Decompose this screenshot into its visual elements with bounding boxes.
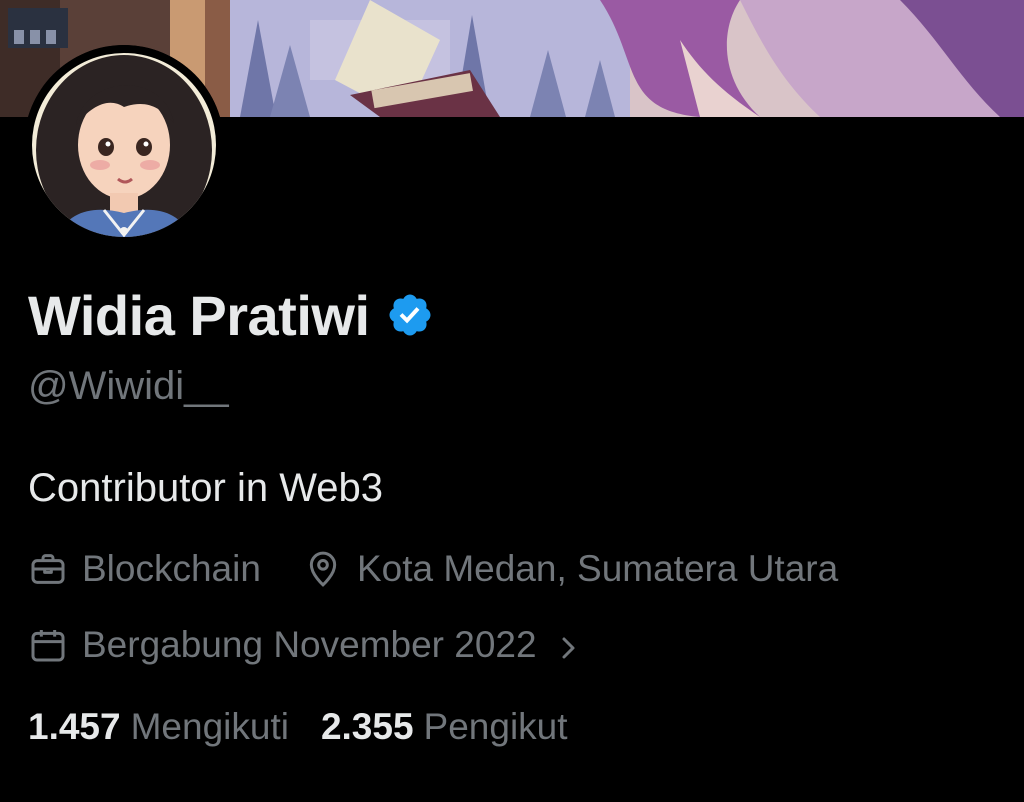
profile-page: Widia Pratiwi @Wiwidi__ Contributor in W… — [0, 0, 1024, 802]
name-row: Widia Pratiwi — [28, 282, 434, 348]
display-name: Widia Pratiwi — [28, 283, 370, 347]
joined-label: Bergabung November 2022 — [82, 624, 537, 665]
profile-meta-row: Blockchain Kota Medan, Sumatera Utara — [28, 548, 838, 590]
avatar-illustration — [24, 45, 224, 245]
chevron-right-icon[interactable] — [559, 630, 579, 660]
following-label: Mengikuti — [130, 706, 289, 747]
location-pin-icon — [303, 549, 343, 589]
verified-badge-icon[interactable] — [386, 291, 434, 339]
followers-label: Pengikut — [423, 706, 568, 747]
location-item: Kota Medan, Sumatera Utara — [303, 548, 838, 590]
followers-link[interactable]: 2.355 Pengikut — [321, 706, 568, 748]
joined-row[interactable]: Bergabung November 2022 — [28, 624, 579, 666]
category-item: Blockchain — [28, 548, 261, 590]
calendar-icon — [28, 625, 68, 665]
avatar[interactable] — [24, 45, 224, 245]
joined-item[interactable]: Bergabung November 2022 — [28, 624, 579, 666]
briefcase-icon — [28, 549, 68, 589]
follow-stats: 1.457 Mengikuti 2.355 Pengikut — [28, 706, 568, 748]
following-link[interactable]: 1.457 Mengikuti — [28, 706, 289, 748]
user-handle: @Wiwidi__ — [28, 364, 229, 408]
followers-count: 2.355 — [320, 706, 414, 747]
category-label: Blockchain — [82, 548, 261, 589]
location-label: Kota Medan, Sumatera Utara — [356, 548, 839, 589]
following-count: 1.457 — [28, 706, 121, 747]
profile-bio: Contributor in Web3 — [28, 466, 383, 510]
